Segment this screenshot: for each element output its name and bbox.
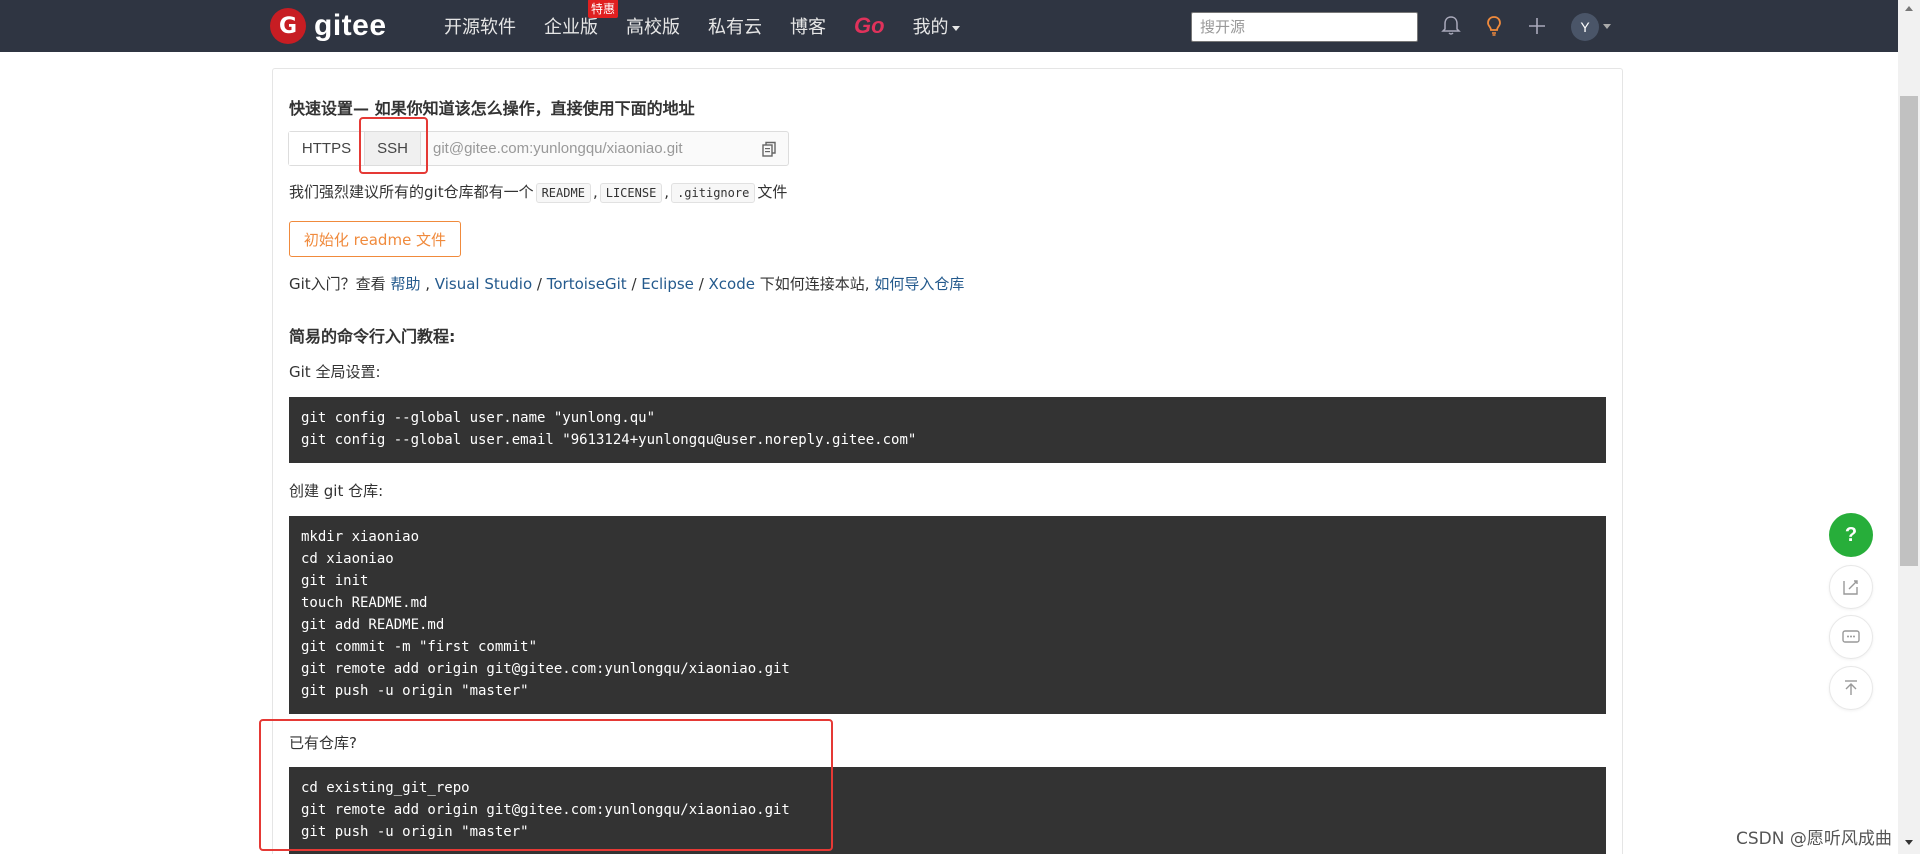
gitee-logo-mark: G xyxy=(270,8,306,44)
nav-item-mine-label: 我的 xyxy=(912,17,949,38)
plus-icon[interactable] xyxy=(1525,14,1549,38)
avatar[interactable]: Y xyxy=(1571,13,1599,41)
global-settings-code: git config --global user.name "yunlong.q… xyxy=(289,397,1606,463)
init-readme-button[interactable]: 初始化 readme 文件 xyxy=(289,221,461,257)
nav-menu: 开源软件 企业版 特惠 高校版 私有云 博客 Go 我的 xyxy=(444,0,988,52)
create-repo-code: mkdir xiaoniao cd xiaoniao git init touc… xyxy=(289,516,1606,714)
gitignore-tag: .gitignore xyxy=(671,182,756,203)
scroll-up-icon[interactable] xyxy=(1905,6,1913,11)
nav-item-mine[interactable]: 我的 xyxy=(913,13,960,39)
promo-badge: 特惠 xyxy=(588,0,619,18)
bell-icon[interactable] xyxy=(1439,14,1463,38)
nav-item-open-source[interactable]: 开源软件 xyxy=(444,13,516,39)
help-button[interactable]: ? xyxy=(1829,513,1873,557)
copy-button[interactable] xyxy=(750,132,788,165)
readme-tag: README xyxy=(535,182,591,203)
visual-studio-link[interactable]: Visual Studio xyxy=(435,275,532,293)
scroll-down-icon[interactable] xyxy=(1905,840,1913,845)
ssh-highlight-box xyxy=(359,117,428,174)
nav-item-enterprise[interactable]: 企业版 特惠 xyxy=(544,0,619,39)
feedback-button[interactable] xyxy=(1829,565,1873,609)
top-navbar: G gitee 开源软件 企业版 特惠 高校版 私有云 博客 Go 我的 搜开源… xyxy=(0,0,1898,52)
global-settings-label: Git 全局设置: xyxy=(289,363,381,381)
tab-https[interactable]: HTTPS xyxy=(289,132,365,165)
recommend-files-text: 我们强烈建议所有的git仓库都有一个 README, LICENSE, .gitign… xyxy=(289,182,788,203)
edit-icon xyxy=(1843,580,1858,595)
git-help-line: Git入门？查看 帮助 , Visual Studio / TortoiseGi… xyxy=(289,275,965,293)
back-to-top-icon xyxy=(1845,680,1857,695)
help-link[interactable]: 帮助 xyxy=(390,275,420,293)
chevron-down-icon xyxy=(951,25,960,31)
import-repo-link[interactable]: 如何导入仓库 xyxy=(874,275,964,293)
chat-button[interactable] xyxy=(1829,615,1873,659)
license-tag: LICENSE xyxy=(599,182,663,203)
search-input[interactable]: 搜开源 xyxy=(1191,12,1418,42)
nav-item-education[interactable]: 高校版 xyxy=(626,13,680,39)
back-to-top-button[interactable] xyxy=(1829,666,1873,710)
nav-item-private-cloud[interactable]: 私有云 xyxy=(708,13,762,39)
copy-icon xyxy=(762,141,776,157)
scrollbar-thumb[interactable] xyxy=(1900,96,1918,566)
comment-icon xyxy=(1842,630,1860,643)
nav-item-blog[interactable]: 博客 xyxy=(790,13,826,39)
tortoisegit-link[interactable]: TortoiseGit xyxy=(547,275,627,293)
csdn-watermark: CSDN @愿听风成曲 xyxy=(1736,829,1892,849)
quick-setup-title: 快速设置— 如果你知道该怎么操作，直接使用下面的地址 xyxy=(289,99,695,118)
create-repo-label: 创建 git 仓库: xyxy=(289,482,384,500)
gitee-logo-text: gitee xyxy=(314,9,387,42)
gitee-logo[interactable]: G gitee xyxy=(270,8,387,44)
eclipse-link[interactable]: Eclipse xyxy=(641,275,694,293)
xcode-link[interactable]: Xcode xyxy=(709,275,755,293)
avatar-chevron-down-icon[interactable] xyxy=(1603,24,1611,29)
cli-tutorial-title: 简易的命令行入门教程: xyxy=(289,327,456,346)
existing-repo-highlight-box xyxy=(259,719,833,851)
lightbulb-icon[interactable] xyxy=(1482,14,1506,38)
nav-item-go[interactable]: Go xyxy=(854,13,885,39)
nav-item-enterprise-label: 企业版 xyxy=(544,17,598,38)
clone-url-input[interactable]: git@gitee.com:yunlongqu/xiaoniao.git xyxy=(421,132,750,165)
